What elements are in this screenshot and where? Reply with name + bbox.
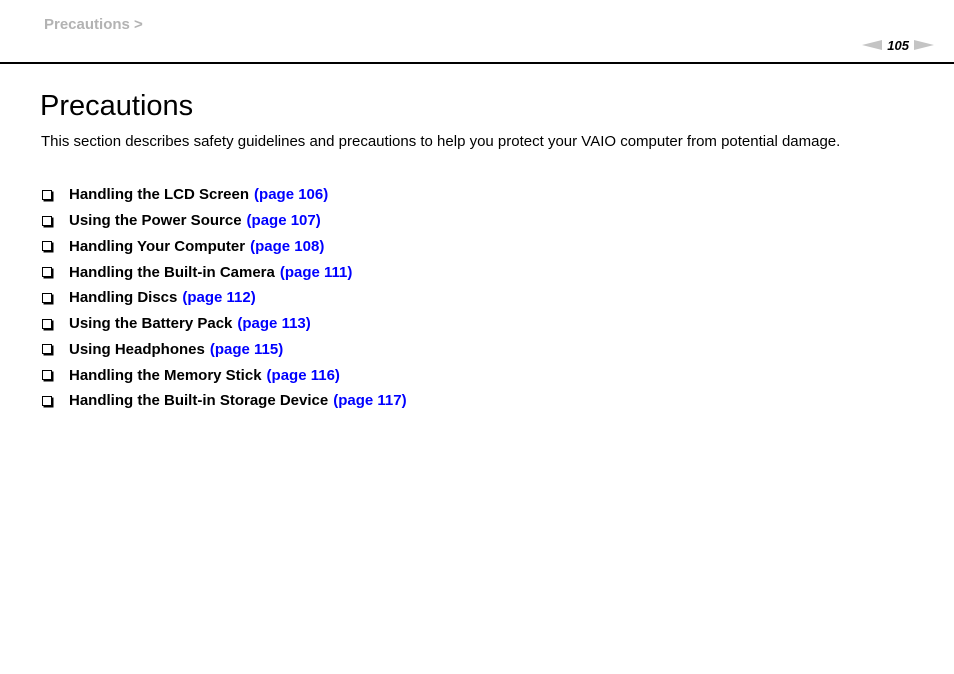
- topic-label: Handling Your Computer: [69, 237, 246, 255]
- page-link[interactable]: (page 107): [247, 212, 321, 229]
- checkbox-bullet-icon: [42, 370, 52, 381]
- topic-label: Handling the Built-in Storage Device: [69, 392, 329, 410]
- topic-label: Handling the Built-in Camera: [69, 263, 275, 281]
- arrow-left-icon[interactable]: [862, 40, 883, 50]
- checkbox-bullet-icon: [42, 267, 52, 278]
- list-item: Using the Battery Pack (page 113): [41, 311, 407, 337]
- header-divider: [0, 62, 954, 64]
- page-link[interactable]: (page 115): [210, 341, 283, 358]
- page-link[interactable]: (page 111): [280, 264, 353, 281]
- topic-label: Using Headphones: [69, 340, 205, 358]
- list-item: Using Headphones (page 115): [41, 337, 407, 363]
- checkbox-bullet-icon: [42, 292, 52, 303]
- topic-list: Handling the LCD Screen (page 106) Using…: [41, 182, 407, 414]
- topic-label: Handling the Memory Stick: [69, 366, 262, 384]
- page-navigator: 105: [862, 37, 934, 53]
- page-link[interactable]: (page 106): [254, 186, 328, 203]
- page-number: 105: [887, 37, 909, 53]
- page-link[interactable]: (page 108): [250, 238, 324, 255]
- list-item: Handling the LCD Screen (page 106): [41, 182, 407, 208]
- list-item: Handling the Built-in Storage Device (pa…: [41, 388, 407, 414]
- arrow-right-icon[interactable]: [914, 40, 934, 50]
- list-item: Handling Discs (page 112): [41, 285, 407, 311]
- page-link[interactable]: (page 113): [237, 315, 310, 332]
- breadcrumb[interactable]: Precautions >: [44, 16, 143, 33]
- page-link[interactable]: (page 112): [182, 289, 255, 306]
- list-item: Handling the Memory Stick (page 116): [41, 362, 407, 388]
- checkbox-bullet-icon: [42, 344, 52, 355]
- checkbox-bullet-icon: [42, 395, 52, 406]
- intro-text: This section describes safety guidelines…: [41, 133, 841, 150]
- topic-label: Using the Battery Pack: [69, 315, 233, 333]
- checkbox-bullet-icon: [42, 189, 52, 200]
- list-item: Handling the Built-in Camera (page 111): [41, 259, 407, 285]
- topic-label: Handling Discs: [69, 289, 178, 307]
- topic-label: Handling the LCD Screen: [69, 186, 250, 204]
- checkbox-bullet-icon: [42, 318, 52, 329]
- topic-label: Using the Power Source: [69, 212, 242, 230]
- checkbox-bullet-icon: [42, 241, 52, 252]
- page-link[interactable]: (page 117): [333, 392, 406, 409]
- list-item: Handling Your Computer (page 108): [41, 234, 407, 260]
- page-link[interactable]: (page 116): [267, 367, 340, 384]
- page-title: Precautions: [40, 90, 194, 122]
- list-item: Using the Power Source (page 107): [41, 208, 407, 234]
- checkbox-bullet-icon: [42, 215, 52, 226]
